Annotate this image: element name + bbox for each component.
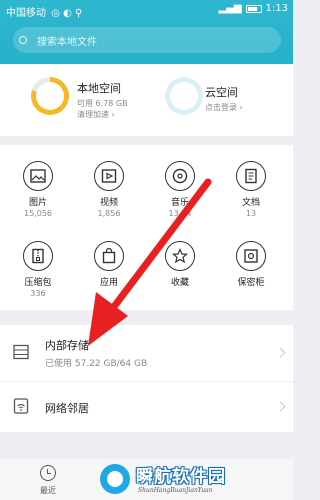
music-icon bbox=[165, 161, 195, 191]
storage-summary: 本地空间 可用 6.78 GB 清理加速 › 云空间 点击登录 › bbox=[0, 64, 293, 136]
internal-storage-usage: 已使用 57.22 GB/64 GB bbox=[45, 359, 148, 369]
image-icon bbox=[23, 161, 53, 191]
carrier-label: 中国移动 bbox=[6, 8, 46, 19]
clock-time: 1:13 bbox=[265, 3, 288, 14]
category-documents[interactable]: 文档 13 bbox=[222, 161, 280, 218]
category-count: 13 bbox=[245, 209, 257, 218]
local-storage-title: 本地空间 bbox=[77, 82, 121, 95]
category-music[interactable]: 音乐 13,64 bbox=[151, 161, 209, 218]
category-videos[interactable]: 视频 1,856 bbox=[80, 161, 138, 218]
category-safe[interactable]: 保密柜 bbox=[222, 241, 280, 288]
category-label: 文档 bbox=[241, 198, 260, 208]
app-bag-icon bbox=[94, 241, 124, 271]
tab-recent[interactable]: 最近 bbox=[28, 465, 68, 496]
category-apps[interactable]: 应用 bbox=[80, 241, 138, 288]
category-archives[interactable]: 压缩包 336 bbox=[9, 241, 67, 298]
archive-icon bbox=[23, 241, 53, 271]
chevron-right-icon bbox=[275, 347, 286, 358]
chevron-right-icon bbox=[275, 401, 286, 412]
watermark: 瞬航软件园 ShunHangRuanJianYuan bbox=[100, 461, 290, 499]
internal-storage-row[interactable]: 内部存储 已使用 57.22 GB/64 GB bbox=[0, 325, 293, 381]
watermark-title: 瞬航软件园 bbox=[136, 467, 226, 487]
safe-icon bbox=[236, 241, 266, 271]
video-icon bbox=[94, 161, 124, 191]
battery-icon bbox=[245, 4, 262, 13]
cloud-storage-title: 云空间 bbox=[205, 86, 238, 99]
category-label: 保密柜 bbox=[237, 278, 265, 288]
category-label: 收藏 bbox=[170, 278, 189, 288]
search-input[interactable]: 搜索本地文件 bbox=[13, 27, 281, 53]
category-favorites[interactable]: 收藏 bbox=[151, 241, 209, 288]
internal-storage-title: 内部存储 bbox=[45, 339, 89, 352]
clock-icon bbox=[40, 465, 56, 481]
network-neighborhood-row[interactable]: 网络邻居 bbox=[0, 382, 293, 432]
notification-icons: ◎ ◐ ⚲ bbox=[51, 8, 83, 19]
status-bar: 中国移动 ◎ ◐ ⚲ ▂▄▆ 1:13 bbox=[0, 0, 293, 20]
category-grid: 图片 15,056 视频 1,856 音乐 13,64 文档 13 压缩包 33… bbox=[0, 145, 293, 310]
category-label: 压缩包 bbox=[24, 278, 52, 288]
local-storage-available: 可用 6.78 GB bbox=[77, 99, 128, 108]
search-icon bbox=[19, 36, 27, 44]
category-images[interactable]: 图片 15,056 bbox=[9, 161, 67, 218]
search-placeholder: 搜索本地文件 bbox=[37, 37, 97, 48]
cloud-storage-ring bbox=[165, 77, 203, 115]
clean-boost-link[interactable]: 清理加速 › bbox=[77, 109, 115, 120]
signal-icon: ▂▄▆ bbox=[218, 3, 242, 14]
watermark-logo bbox=[100, 464, 130, 494]
cloud-login-link[interactable]: 点击登录 › bbox=[205, 102, 243, 113]
favorite-star-icon bbox=[165, 241, 195, 271]
category-label: 音乐 bbox=[170, 198, 189, 208]
local-storage-ring bbox=[31, 77, 69, 115]
app-header: 中国移动 ◎ ◐ ⚲ ▂▄▆ 1:13 搜索本地文件 bbox=[0, 0, 293, 64]
document-icon bbox=[236, 161, 266, 191]
category-count: 13,64 bbox=[168, 209, 192, 218]
watermark-subtitle: ShunHangRuanJianYuan bbox=[138, 487, 213, 494]
storage-icon bbox=[13, 344, 29, 360]
network-icon bbox=[13, 398, 29, 414]
category-label: 视频 bbox=[99, 198, 118, 208]
category-label: 图片 bbox=[28, 198, 47, 208]
category-count: 15,056 bbox=[24, 209, 52, 218]
network-title: 网络邻居 bbox=[45, 402, 89, 415]
category-label: 应用 bbox=[99, 278, 118, 288]
category-count: 336 bbox=[30, 289, 46, 298]
category-count: 1,856 bbox=[97, 209, 121, 218]
tab-recent-label: 最近 bbox=[40, 486, 56, 495]
